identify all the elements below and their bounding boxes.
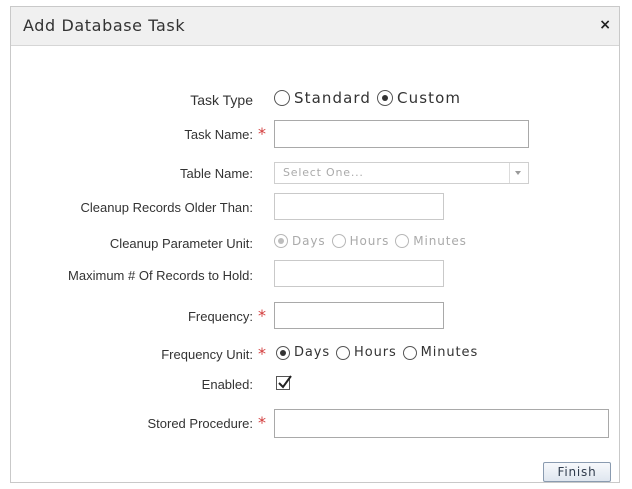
frequency-label: Frequency: [187, 309, 253, 324]
task-name-label: Task Name: [184, 127, 253, 142]
task-type-custom-radio[interactable]: Custom [377, 89, 461, 107]
cleanup-older-than-label: Cleanup Records Older Than: [80, 200, 253, 215]
finish-button[interactable]: Finish [543, 462, 611, 482]
dropdown-toggle[interactable] [509, 163, 528, 183]
frequency-unit-row: Frequency Unit: * Days Hours Minutes [11, 344, 619, 370]
radio-selected-icon[interactable] [276, 345, 290, 360]
frequency-unit-radio-group: Days Hours Minutes [276, 345, 484, 360]
radio-label: Standard [294, 89, 372, 107]
task-type-label: Task Type [190, 92, 253, 108]
radio-circle-icon[interactable] [274, 90, 290, 106]
required-asterisk: * [258, 413, 266, 432]
radio-label: Minutes [420, 345, 479, 360]
task-name-row: Task Name: * [11, 120, 619, 148]
stored-procedure-row: Stored Procedure: * [11, 409, 619, 438]
enabled-checkbox[interactable] [276, 375, 292, 390]
max-records-row: Maximum # Of Records to Hold: [11, 260, 619, 287]
max-records-input[interactable] [274, 260, 444, 287]
frequency-unit-days-radio[interactable]: Days [276, 345, 330, 360]
frequency-unit-label: Frequency Unit: [161, 347, 253, 362]
table-name-placeholder: Select One... [283, 166, 364, 179]
cleanup-unit-radio-group: Days Hours Minutes [274, 234, 473, 248]
task-type-radio-group: Standard Custom [274, 89, 467, 107]
stored-procedure-label: Stored Procedure: [147, 416, 253, 431]
cleanup-unit-hours-radio[interactable]: Hours [331, 234, 390, 248]
cleanup-unit-days-radio[interactable]: Days [274, 234, 326, 248]
cleanup-older-than-row: Cleanup Records Older Than: [11, 193, 619, 220]
frequency-unit-hours-radio[interactable]: Hours [336, 345, 397, 360]
close-icon[interactable]: × [599, 17, 611, 33]
enabled-row: Enabled: [11, 373, 619, 399]
dialog-title: Add Database Task [23, 16, 186, 35]
dialog-titlebar: Add Database Task × [11, 7, 619, 46]
task-type-standard-radio[interactable]: Standard [274, 89, 371, 107]
frequency-row: Frequency: * [11, 302, 619, 329]
required-asterisk: * [258, 344, 266, 363]
radio-selected-icon[interactable] [274, 234, 288, 248]
radio-circle-icon[interactable] [336, 345, 351, 360]
max-records-label: Maximum # Of Records to Hold: [68, 268, 253, 283]
radio-label: Hours [354, 345, 397, 360]
task-name-input[interactable] [274, 120, 529, 148]
radio-circle-icon[interactable] [331, 234, 346, 248]
table-name-row: Table Name: Select One... [11, 162, 619, 188]
radio-circle-icon[interactable] [402, 345, 417, 360]
radio-label: Custom [397, 89, 462, 107]
radio-label: Days [292, 234, 326, 248]
cleanup-unit-label: Cleanup Parameter Unit: [109, 236, 253, 251]
enabled-label: Enabled: [201, 377, 253, 392]
radio-selected-icon[interactable] [377, 90, 394, 106]
stored-procedure-input[interactable] [274, 409, 609, 438]
checkmark-icon [278, 375, 292, 389]
radio-label: Minutes [413, 234, 467, 248]
radio-circle-icon[interactable] [395, 234, 410, 248]
cleanup-older-than-input[interactable] [274, 193, 444, 220]
radio-label: Days [294, 345, 331, 360]
task-type-row: Task Type Standard Custom [11, 87, 619, 113]
radio-label: Hours [349, 234, 390, 248]
cleanup-unit-minutes-radio[interactable]: Minutes [395, 234, 467, 248]
required-asterisk: * [258, 124, 266, 143]
frequency-unit-minutes-radio[interactable]: Minutes [402, 345, 479, 360]
cleanup-unit-row: Cleanup Parameter Unit: Days Hours Minut… [11, 233, 619, 259]
required-asterisk: * [258, 306, 266, 325]
chevron-down-icon [515, 171, 521, 175]
table-name-label: Table Name: [180, 166, 253, 181]
table-name-select[interactable]: Select One... [274, 162, 529, 184]
frequency-input[interactable] [274, 302, 444, 329]
add-database-task-dialog: Add Database Task × Task Type Standard C… [10, 6, 620, 483]
